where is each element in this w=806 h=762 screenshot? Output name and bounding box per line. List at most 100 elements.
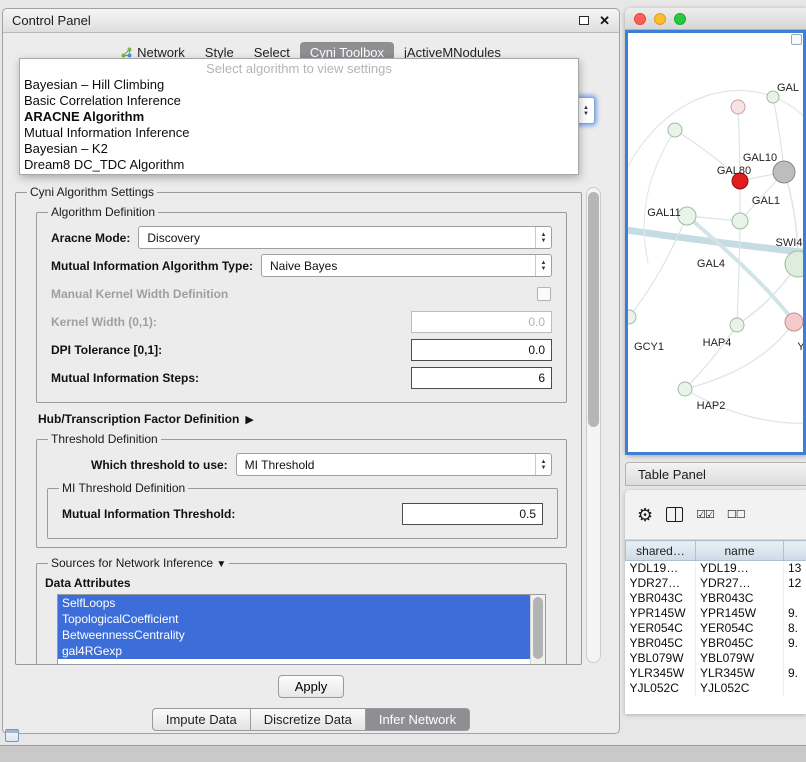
table-row[interactable]: YBR043CYBR043C bbox=[626, 591, 806, 606]
table-row[interactable]: YJL052CYJL052C bbox=[626, 681, 806, 696]
network-node[interactable] bbox=[731, 100, 745, 114]
manual-kernel-checkbox[interactable] bbox=[537, 287, 551, 301]
table-cell[interactable]: YDL19… bbox=[696, 561, 784, 576]
overview-toggle-icon[interactable] bbox=[791, 34, 802, 45]
table-cell[interactable]: YBL079W bbox=[626, 651, 696, 666]
control-panel: Control Panel ✕ NetworkStyleSelectCyni T… bbox=[2, 8, 620, 734]
table-cell[interactable]: YER054C bbox=[696, 621, 784, 636]
minimize-traffic-light-icon[interactable] bbox=[654, 13, 666, 25]
mi-steps-input[interactable]: 6 bbox=[411, 367, 552, 389]
apply-button[interactable]: Apply bbox=[278, 675, 345, 698]
table-cell[interactable]: YER054C bbox=[626, 621, 696, 636]
tab-infer-network[interactable]: Infer Network bbox=[366, 708, 470, 731]
algorithm-option[interactable]: Dream8 DC_TDC Algorithm bbox=[20, 157, 578, 173]
sources-toggle[interactable]: Sources for Network Inference ▼ bbox=[48, 556, 229, 570]
algorithm-option[interactable]: Bayesian – Hill Climbing bbox=[20, 77, 578, 93]
table-cell[interactable]: YBR045C bbox=[696, 636, 784, 651]
network-icon bbox=[121, 47, 132, 58]
table-cell[interactable]: YDR27… bbox=[696, 576, 784, 591]
table-cell[interactable]: YPR145W bbox=[696, 606, 784, 621]
control-panel-titlebar[interactable]: Control Panel ✕ bbox=[3, 9, 619, 33]
network-canvas-svg[interactable]: GAL80GAL10GAL11GAL1SWI4GAL4GCY1HAP4HAP2G… bbox=[628, 33, 803, 452]
hub-definition-toggle[interactable]: Hub/Transcription Factor Definition ▶ bbox=[38, 412, 567, 426]
network-node[interactable] bbox=[628, 310, 636, 324]
table-panel-titlebar[interactable]: Table Panel bbox=[625, 462, 806, 486]
table-cell[interactable]: 9. bbox=[784, 666, 806, 681]
table-row[interactable]: YDR27…YDR27…12 bbox=[626, 576, 806, 591]
threshold-definition-group: Threshold Definition Which threshold to … bbox=[36, 432, 567, 548]
threshold-select[interactable]: MI Threshold ▲ ▼ bbox=[236, 453, 552, 476]
table-cell[interactable]: YBR043C bbox=[696, 591, 784, 606]
table-cell[interactable]: YBR045C bbox=[626, 636, 696, 651]
settings-scrollbar-thumb[interactable] bbox=[588, 192, 599, 427]
network-node[interactable] bbox=[730, 318, 744, 332]
attribute-item[interactable]: SelfLoops bbox=[58, 595, 530, 611]
algorithm-option[interactable]: Bayesian – K2 bbox=[20, 141, 578, 157]
algorithm-option[interactable]: ARACNE Algorithm bbox=[20, 109, 578, 125]
close-icon[interactable]: ✕ bbox=[599, 15, 610, 27]
zoom-traffic-light-icon[interactable] bbox=[674, 13, 686, 25]
table-cell[interactable]: YBR043C bbox=[626, 591, 696, 606]
network-window-titlebar[interactable] bbox=[625, 8, 806, 30]
algorithm-definition-group: Algorithm Definition Aracne Mode: Discov… bbox=[36, 205, 567, 403]
table-cell[interactable]: YLR345W bbox=[696, 666, 784, 681]
minimized-panel-icon[interactable] bbox=[5, 729, 19, 742]
network-node[interactable] bbox=[785, 313, 803, 331]
table-cell[interactable]: 13 bbox=[784, 561, 806, 576]
table-cell[interactable] bbox=[784, 651, 806, 666]
algorithm-option[interactable]: Mutual Information Inference bbox=[20, 125, 578, 141]
float-window-icon[interactable] bbox=[579, 16, 589, 25]
table-cell[interactable]: 8. bbox=[784, 621, 806, 636]
attribute-item[interactable]: TopologicalCoefficient bbox=[58, 611, 530, 627]
table-cell[interactable] bbox=[784, 681, 806, 696]
table-cell[interactable]: YJL052C bbox=[696, 681, 784, 696]
settings-scrollbar[interactable] bbox=[586, 187, 601, 663]
table-cell[interactable]: YPR145W bbox=[626, 606, 696, 621]
columns-icon[interactable] bbox=[666, 507, 683, 522]
algorithm-option[interactable]: Basic Correlation Inference bbox=[20, 93, 578, 109]
table-cell[interactable]: YBL079W bbox=[696, 651, 784, 666]
column-header[interactable]: shared… bbox=[626, 541, 696, 561]
mi-algorithm-type-select[interactable]: Naive Bayes ▲ ▼ bbox=[261, 254, 552, 277]
table-cell[interactable]: 12 bbox=[784, 576, 806, 591]
list-scrollbar[interactable] bbox=[530, 595, 545, 665]
algorithm-dropdown-popup: Select algorithm to view settings Bayesi… bbox=[19, 58, 579, 175]
network-node[interactable] bbox=[785, 251, 803, 277]
column-header[interactable]: name bbox=[696, 541, 784, 561]
network-node[interactable] bbox=[678, 382, 692, 396]
which-threshold-label: Which threshold to use: bbox=[91, 458, 228, 472]
deselect-all-icon[interactable]: ☐☐ bbox=[727, 508, 745, 521]
kernel-width-input[interactable]: 0.0 bbox=[411, 311, 552, 333]
tab-discretize-data[interactable]: Discretize Data bbox=[251, 708, 366, 731]
network-node[interactable] bbox=[732, 213, 748, 229]
table-cell[interactable]: YLR345W bbox=[626, 666, 696, 681]
list-scrollbar-thumb[interactable] bbox=[533, 597, 543, 659]
column-header[interactable] bbox=[784, 541, 806, 561]
close-traffic-light-icon[interactable] bbox=[634, 13, 646, 25]
table-cell[interactable]: YDL19… bbox=[626, 561, 696, 576]
network-node[interactable] bbox=[668, 123, 682, 137]
tab-impute-data[interactable]: Impute Data bbox=[152, 708, 251, 731]
select-all-icon[interactable]: ☑☑ bbox=[696, 508, 714, 521]
table-cell[interactable]: YDR27… bbox=[626, 576, 696, 591]
table-row[interactable]: YBL079WYBL079W bbox=[626, 651, 806, 666]
network-node[interactable] bbox=[773, 161, 795, 183]
table-row[interactable]: YLR345WYLR345W9. bbox=[626, 666, 806, 681]
table-cell[interactable]: YJL052C bbox=[626, 681, 696, 696]
aracne-mode-select[interactable]: Discovery ▲ ▼ bbox=[138, 226, 552, 249]
group-title: Cyni Algorithm Settings bbox=[27, 185, 157, 199]
table-cell[interactable]: 9. bbox=[784, 636, 806, 651]
attribute-item[interactable]: gal4RGexp bbox=[58, 643, 530, 659]
table-row[interactable]: YER054CYER054C8. bbox=[626, 621, 806, 636]
mi-threshold-input[interactable]: 0.5 bbox=[402, 503, 543, 525]
table-row[interactable]: YBR045CYBR045C9. bbox=[626, 636, 806, 651]
table-cell[interactable]: 9. bbox=[784, 606, 806, 621]
table-row[interactable]: YPR145WYPR145W9. bbox=[626, 606, 806, 621]
gear-icon[interactable]: ⚙ bbox=[637, 506, 653, 524]
network-canvas[interactable]: GAL80GAL10GAL11GAL1SWI4GAL4GCY1HAP4HAP2G… bbox=[625, 30, 806, 455]
dpi-tolerance-input[interactable]: 0.0 bbox=[411, 339, 552, 361]
mi-steps-label: Mutual Information Steps: bbox=[51, 371, 199, 385]
attribute-item[interactable]: BetweennessCentrality bbox=[58, 627, 530, 643]
table-cell[interactable] bbox=[784, 591, 806, 606]
table-row[interactable]: YDL19…YDL19…13 bbox=[626, 561, 806, 576]
